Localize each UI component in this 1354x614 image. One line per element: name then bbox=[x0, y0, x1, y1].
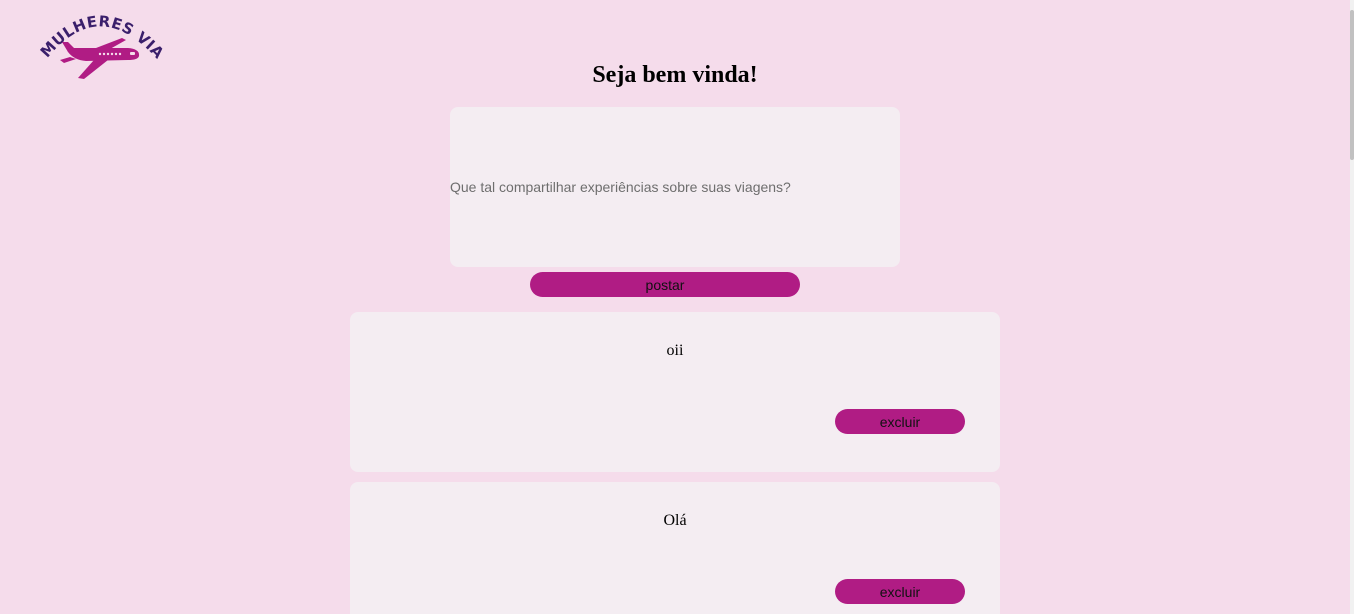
post-composer bbox=[450, 107, 900, 267]
post-text: oii bbox=[666, 342, 684, 359]
delete-button[interactable]: excluir bbox=[835, 579, 965, 604]
post-input[interactable] bbox=[450, 107, 900, 267]
page-title: Seja bem vinda! bbox=[592, 62, 758, 88]
delete-button[interactable]: excluir bbox=[835, 409, 965, 434]
post-button[interactable]: postar bbox=[530, 272, 800, 297]
post-card: oii excluir bbox=[350, 312, 1000, 472]
page: MULHERES VIAJANTES Seja bem vinda! bbox=[0, 0, 1354, 614]
page-scrollbar[interactable] bbox=[1350, 0, 1354, 614]
post-text: Olá bbox=[663, 512, 687, 529]
scrollbar-thumb[interactable] bbox=[1350, 10, 1354, 160]
post-card: Olá excluir bbox=[350, 482, 1000, 614]
